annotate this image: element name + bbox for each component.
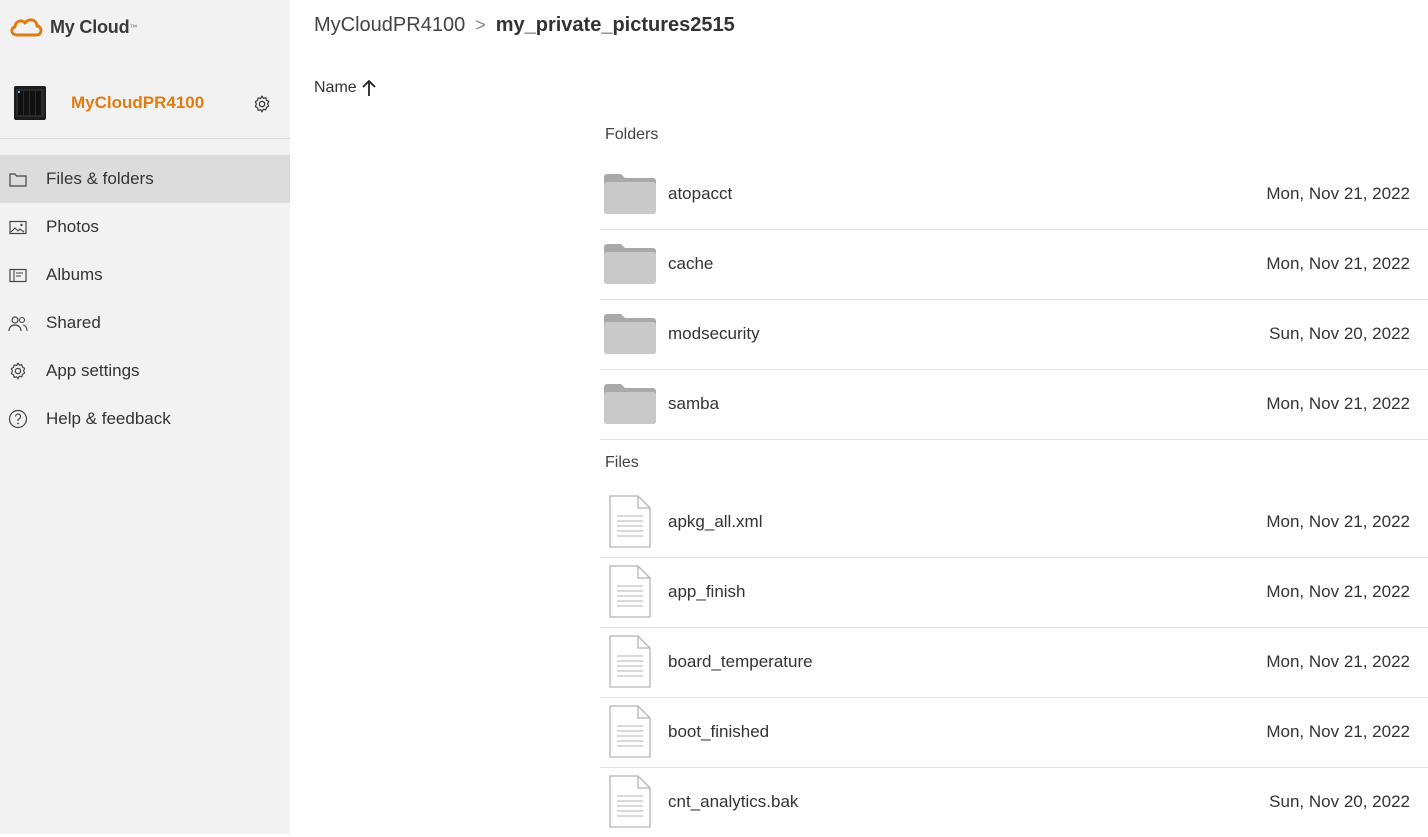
folder-icon bbox=[602, 166, 658, 222]
sidebar: My Cloud ™ MyCloudPR4100 Files & folders bbox=[0, 0, 290, 834]
cloud-logo-icon bbox=[10, 18, 43, 37]
document-icon bbox=[602, 704, 658, 760]
logo-trademark: ™ bbox=[129, 22, 138, 32]
sidebar-item-albums[interactable]: Albums bbox=[0, 251, 290, 299]
file-date: Mon, Nov 21, 2022 bbox=[1266, 652, 1410, 671]
file-name: boot_finished bbox=[668, 722, 770, 741]
folder-row[interactable]: samba Mon, Nov 21, 2022 bbox=[600, 369, 1428, 440]
breadcrumb-root[interactable]: MyCloudPR4100 bbox=[314, 14, 465, 37]
folder-row[interactable]: atopacct Mon, Nov 21, 2022 bbox=[600, 159, 1428, 230]
sidebar-nav: Files & folders Photos Albums Shared App… bbox=[0, 155, 290, 443]
sidebar-item-label: App settings bbox=[46, 361, 140, 380]
sidebar-item-label: Files & folders bbox=[46, 169, 154, 188]
folders-section-label: Folders bbox=[605, 126, 659, 143]
document-icon bbox=[602, 774, 658, 830]
file-name: board_temperature bbox=[668, 652, 813, 671]
device-name[interactable]: MyCloudPR4100 bbox=[71, 93, 204, 113]
device-header: MyCloudPR4100 bbox=[0, 64, 290, 139]
sidebar-item-label: Photos bbox=[46, 217, 99, 236]
gear-icon bbox=[8, 361, 28, 381]
breadcrumb: MyCloudPR4100 > my_private_pictures2515 bbox=[314, 14, 735, 37]
arrow-up-icon bbox=[362, 79, 376, 96]
file-row[interactable]: cnt_analytics.bak Sun, Nov 20, 2022 bbox=[600, 767, 1428, 837]
sidebar-item-help-feedback[interactable]: Help & feedback bbox=[0, 395, 290, 443]
sort-label: Name bbox=[314, 79, 357, 96]
folder-icon bbox=[602, 376, 658, 432]
chevron-right-icon: > bbox=[475, 15, 486, 35]
file-row[interactable]: apkg_all.xml Mon, Nov 21, 2022 bbox=[600, 487, 1428, 558]
folder-name: atopacct bbox=[668, 184, 733, 203]
folder-outline-icon bbox=[8, 169, 28, 189]
people-icon bbox=[8, 313, 28, 333]
sidebar-item-photos[interactable]: Photos bbox=[0, 203, 290, 251]
folder-row[interactable]: modsecurity Sun, Nov 20, 2022 bbox=[600, 299, 1428, 370]
folder-date: Mon, Nov 21, 2022 bbox=[1266, 394, 1410, 413]
document-icon bbox=[602, 564, 658, 620]
sidebar-item-app-settings[interactable]: App settings bbox=[0, 347, 290, 395]
folder-icon bbox=[602, 306, 658, 362]
folder-date: Mon, Nov 21, 2022 bbox=[1266, 254, 1410, 273]
file-row[interactable]: boot_finished Mon, Nov 21, 2022 bbox=[600, 697, 1428, 768]
folder-name: modsecurity bbox=[668, 324, 760, 343]
logo-text: My Cloud bbox=[50, 16, 130, 37]
file-date: Sun, Nov 20, 2022 bbox=[1269, 792, 1410, 811]
file-date: Mon, Nov 21, 2022 bbox=[1266, 722, 1410, 741]
device-settings-icon[interactable] bbox=[252, 94, 272, 114]
document-icon bbox=[602, 634, 658, 690]
files-section-label: Files bbox=[605, 454, 639, 471]
file-name: app_finish bbox=[668, 582, 746, 601]
folder-icon bbox=[602, 236, 658, 292]
file-date: Mon, Nov 21, 2022 bbox=[1266, 512, 1410, 531]
folder-date: Sun, Nov 20, 2022 bbox=[1269, 324, 1410, 343]
file-row[interactable]: app_finish Mon, Nov 21, 2022 bbox=[600, 557, 1428, 628]
album-icon bbox=[8, 265, 28, 285]
help-icon bbox=[8, 409, 28, 429]
sort-by-name-button[interactable]: Name bbox=[314, 79, 377, 97]
folder-name: samba bbox=[668, 394, 720, 413]
sidebar-item-label: Shared bbox=[46, 313, 101, 332]
sidebar-item-label: Help & feedback bbox=[46, 409, 171, 428]
file-row[interactable]: board_temperature Mon, Nov 21, 2022 bbox=[600, 627, 1428, 698]
folder-row[interactable]: cache Mon, Nov 21, 2022 bbox=[600, 229, 1428, 300]
app-logo[interactable]: My Cloud ™ bbox=[8, 14, 137, 40]
sidebar-item-label: Albums bbox=[46, 265, 103, 284]
document-icon bbox=[602, 494, 658, 550]
photo-icon bbox=[8, 217, 28, 237]
breadcrumb-current: my_private_pictures2515 bbox=[495, 14, 735, 36]
file-name: cnt_analytics.bak bbox=[668, 792, 799, 811]
folder-date: Mon, Nov 21, 2022 bbox=[1266, 184, 1410, 203]
file-name: apkg_all.xml bbox=[668, 512, 763, 531]
nas-device-icon bbox=[14, 86, 46, 120]
file-date: Mon, Nov 21, 2022 bbox=[1266, 582, 1410, 601]
sidebar-item-files-folders[interactable]: Files & folders bbox=[0, 155, 290, 203]
folder-name: cache bbox=[668, 254, 714, 273]
sidebar-item-shared[interactable]: Shared bbox=[0, 299, 290, 347]
